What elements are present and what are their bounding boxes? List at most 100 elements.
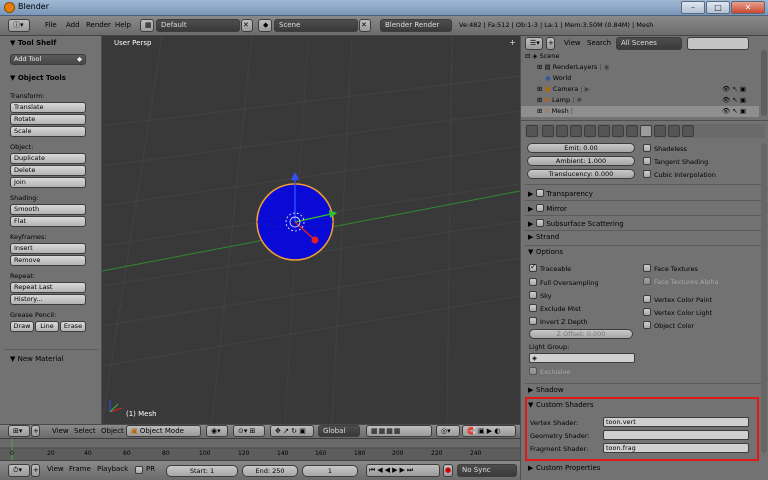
exclude-mist-checkbox[interactable]	[529, 304, 537, 312]
viewport-plus-icon[interactable]: +	[509, 38, 516, 47]
mode-select[interactable]: ▣ Object Mode	[126, 425, 201, 437]
vertex-color-light-checkbox[interactable]	[643, 308, 651, 316]
scene-close-icon[interactable]: ✕	[359, 19, 371, 32]
preview-range-checkbox[interactable]	[135, 466, 143, 474]
exclusive-checkbox[interactable]	[529, 367, 537, 375]
transparency-panel[interactable]: ▶ Transparency	[528, 188, 593, 198]
menu-add[interactable]: Add	[66, 21, 80, 29]
outliner-item-scene[interactable]: ⊟ ◈ Scene	[521, 51, 759, 62]
timeline-collapse-icon[interactable]: +	[31, 464, 40, 477]
physics-tab-icon[interactable]	[682, 125, 694, 137]
smooth-button[interactable]: Smooth	[10, 204, 86, 215]
outliner-item-renderlayers[interactable]: ⊞ ▤ RenderLayers | ◉	[521, 62, 759, 73]
editor-type-icon[interactable]: ⓘ▾	[8, 19, 30, 32]
material-tab-icon[interactable]	[640, 125, 652, 137]
emit-field[interactable]: Emit: 0.00	[527, 143, 635, 153]
sphere-mesh[interactable]	[237, 166, 357, 286]
record-icon[interactable]: ●	[443, 464, 453, 477]
render-engine-select[interactable]: Blender Render	[380, 19, 452, 32]
world-tab-icon[interactable]	[570, 125, 582, 137]
options-panel-header[interactable]: ▼ Options	[528, 248, 563, 256]
render-tab-icon[interactable]	[542, 125, 554, 137]
current-frame-field[interactable]: 1	[302, 465, 358, 477]
editor-type-tab-icon[interactable]	[526, 125, 538, 137]
rotate-button[interactable]: Rotate	[10, 114, 86, 125]
traceable-checkbox[interactable]	[529, 262, 537, 272]
geometry-shader-input[interactable]	[603, 430, 749, 440]
outliner-menu-view[interactable]: View	[564, 39, 581, 47]
view3d-editor-type[interactable]: ⊞▾	[8, 425, 30, 437]
screen-close-icon[interactable]: ✕	[241, 19, 253, 32]
timeline-menu-frame[interactable]: Frame	[69, 465, 91, 473]
ambient-field[interactable]: Ambient: 1.000	[527, 156, 635, 166]
flat-button[interactable]: Flat	[10, 216, 86, 227]
outliner-scrollbar[interactable]	[761, 50, 767, 116]
outliner-editor-type[interactable]: ☰▾	[525, 37, 543, 50]
transparency-checkbox[interactable]	[536, 189, 544, 197]
line-button[interactable]: Line	[35, 321, 59, 332]
scale-button[interactable]: Scale	[10, 126, 86, 137]
new-material-panel[interactable]: ▼ New Material	[10, 355, 64, 363]
minimize-button[interactable]: –	[681, 1, 705, 14]
outliner-item-camera[interactable]: ⊞ ▣ Camera | ▶ 👁 ↖ ▣	[521, 84, 759, 95]
orientation-select[interactable]: Global	[318, 425, 360, 437]
object-tab-icon[interactable]	[584, 125, 596, 137]
outliner-item-world[interactable]: ◉ World	[521, 73, 759, 84]
mirror-checkbox[interactable]	[536, 204, 544, 212]
timeline-editor-type[interactable]: ⏱▾	[8, 464, 30, 477]
outliner-item-mesh[interactable]: ⊞ ▽ Mesh | 👁 ↖ ▣	[521, 106, 759, 117]
delete-button[interactable]: Delete	[10, 165, 86, 176]
face-textures-checkbox[interactable]	[643, 264, 651, 272]
custom-shaders-panel-header[interactable]: ▼ Custom Shaders	[528, 401, 594, 409]
menu-render[interactable]: Render	[86, 21, 111, 29]
tangent-shading-checkbox[interactable]	[643, 157, 651, 165]
translucency-field[interactable]: Translucency: 0.000	[527, 169, 635, 179]
draw-button[interactable]: Draw	[10, 321, 34, 332]
z-offset-field[interactable]: Z Offset: 0.000	[529, 329, 633, 339]
outliner-item-lamp[interactable]: ⊞ ✹ Lamp | ✺ 👁 ↖ ▣	[521, 95, 759, 106]
scene-icon[interactable]: ◆	[258, 19, 272, 32]
scene-select[interactable]: Scene	[274, 19, 358, 32]
texture-tab-icon[interactable]	[654, 125, 666, 137]
outliner-search-input[interactable]	[687, 37, 749, 50]
erase-button[interactable]: Erase	[60, 321, 86, 332]
strand-panel[interactable]: ▶ Strand	[528, 233, 559, 241]
subsurface-checkbox[interactable]	[536, 219, 544, 227]
proportional-edit-icon[interactable]: ◎▾	[436, 425, 460, 437]
face-textures-alpha-checkbox[interactable]	[643, 277, 651, 285]
custom-properties-panel[interactable]: ▶ Custom Properties	[528, 464, 600, 472]
data-tab-icon[interactable]	[626, 125, 638, 137]
join-button[interactable]: Join	[10, 177, 86, 188]
start-frame-field[interactable]: Start: 1	[166, 465, 238, 477]
menu-object[interactable]: Object	[101, 427, 124, 435]
scene-tab-icon[interactable]	[556, 125, 568, 137]
close-button[interactable]: ✕	[731, 1, 765, 14]
cubic-interpolation-checkbox[interactable]	[643, 170, 651, 178]
sync-select[interactable]: No Sync	[457, 464, 517, 477]
screen-layout-select[interactable]: Default	[156, 19, 240, 32]
translate-button[interactable]: Translate	[10, 102, 86, 113]
shadeless-checkbox[interactable]	[643, 144, 651, 152]
end-frame-field[interactable]: End: 250	[242, 465, 298, 477]
timeline-menu-playback[interactable]: Playback	[97, 465, 128, 473]
repeat-last-button[interactable]: Repeat Last	[10, 282, 86, 293]
vertex-shader-input[interactable]: toon.vert	[603, 417, 749, 427]
pivot-select[interactable]: ⊙▾ ⊞	[233, 425, 265, 437]
playback-controls[interactable]: ⏮◀◀▶▶⏭	[366, 464, 440, 477]
screen-layout-icon[interactable]: ▦	[140, 19, 154, 32]
menu-file[interactable]: File	[45, 21, 57, 29]
add-tool-select[interactable]: Add Tool ◆	[10, 54, 86, 65]
particles-tab-icon[interactable]	[668, 125, 680, 137]
3d-viewport[interactable]: User Persp + (1) Mesh	[102, 36, 520, 424]
duplicate-button[interactable]: Duplicate	[10, 153, 86, 164]
snap-render-icons[interactable]: 🧲 ▣ ▶ ◐	[462, 425, 516, 437]
menu-view[interactable]: View	[52, 427, 69, 435]
light-group-field[interactable]: ◈	[529, 353, 635, 363]
invert-z-depth-checkbox[interactable]	[529, 317, 537, 325]
outliner-menu-search[interactable]: Search	[587, 39, 611, 47]
properties-scrollbar[interactable]	[761, 143, 767, 453]
modifiers-tab-icon[interactable]	[612, 125, 624, 137]
menu-select[interactable]: Select	[74, 427, 96, 435]
outliner-filter-select[interactable]: All Scenes	[616, 37, 682, 50]
manipulator-buttons[interactable]: ✥ ↗ ↻ ▣	[270, 425, 314, 437]
